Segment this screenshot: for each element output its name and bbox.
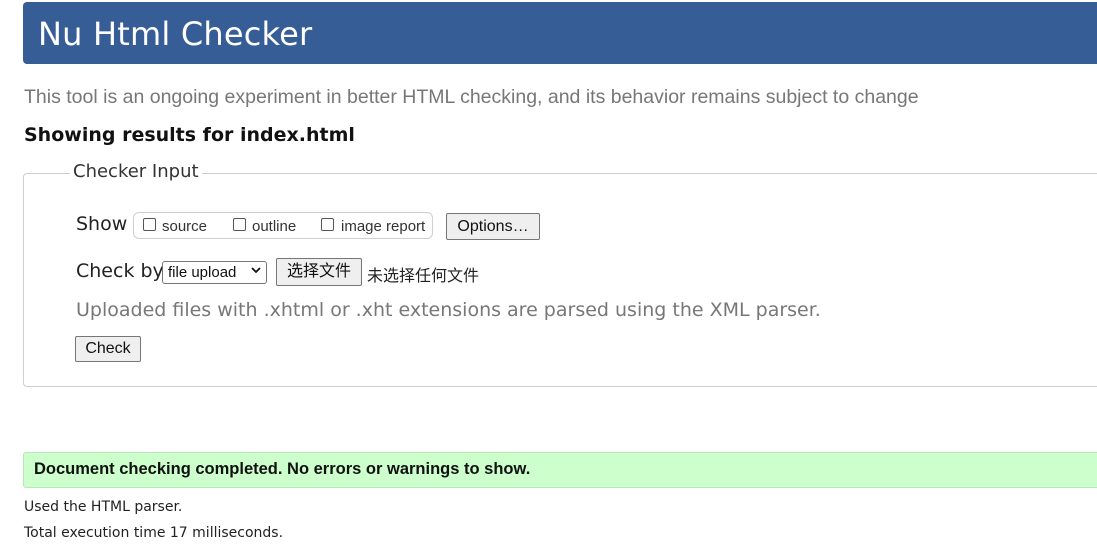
choose-file-button[interactable]: 选择文件 (276, 258, 362, 286)
check-button[interactable]: Check (75, 336, 141, 362)
source-checkbox[interactable] (143, 218, 156, 231)
image-report-checkbox[interactable] (321, 218, 334, 231)
show-label: Show (76, 213, 128, 235)
upload-hint: Uploaded files with .xhtml or .xht exten… (76, 299, 821, 321)
outline-checkbox-label[interactable]: outline (252, 218, 296, 235)
options-button[interactable]: Options… (446, 213, 540, 240)
checker-input-legend: Checker Input (70, 161, 202, 182)
check-by-select[interactable]: file upload (162, 261, 267, 284)
tagline: This tool is an ongoing experiment in be… (24, 86, 919, 108)
image-report-checkbox-label[interactable]: image report (341, 218, 425, 235)
source-checkbox-label[interactable]: source (162, 218, 207, 235)
page-title: Nu Html Checker (38, 15, 313, 53)
check-by-selected-value: file upload (168, 264, 237, 281)
file-status: 未选择任何文件 (367, 266, 480, 285)
results-heading: Showing results for index.html (24, 124, 355, 146)
execution-time: Total execution time 17 milliseconds. (24, 525, 284, 541)
chevron-down-icon (251, 265, 261, 277)
show-options-group: source outline image report (133, 212, 433, 239)
outline-checkbox[interactable] (233, 218, 246, 231)
success-message: Document checking completed. No errors o… (34, 460, 531, 478)
parser-info: Used the HTML parser. (24, 499, 183, 515)
success-message-box: Document checking completed. No errors o… (23, 452, 1097, 488)
check-by-label: Check by (76, 260, 164, 282)
header-banner: Nu Html Checker (23, 2, 1097, 64)
